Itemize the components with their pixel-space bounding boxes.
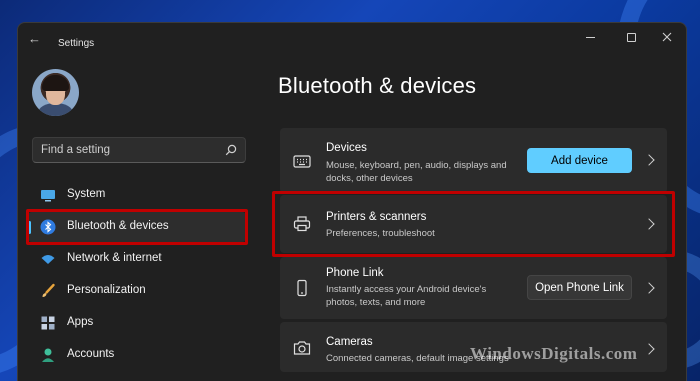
chevron-right-icon bbox=[643, 282, 655, 294]
settings-window: ← Settings Find a setting System Bluetoo… bbox=[17, 22, 687, 381]
search-input[interactable]: Find a setting bbox=[32, 137, 246, 163]
active-indicator bbox=[28, 221, 31, 234]
sidebar-item-accounts[interactable]: Accounts bbox=[28, 340, 246, 370]
sidebar-item-label: Personalization bbox=[67, 284, 146, 296]
page-title: Bluetooth & devices bbox=[278, 73, 477, 98]
camera-icon bbox=[293, 341, 311, 355]
bluetooth-icon bbox=[40, 219, 56, 235]
sidebar-item-system[interactable]: System bbox=[28, 180, 246, 210]
title-bar: ← Settings bbox=[18, 23, 686, 53]
minimize-icon bbox=[585, 36, 595, 38]
card-description: Instantly access your Android device's p… bbox=[326, 284, 487, 308]
back-button[interactable]: ← bbox=[28, 32, 44, 46]
card-title: Devices bbox=[326, 142, 367, 154]
card-title: Phone Link bbox=[326, 267, 384, 279]
open-phone-link-button[interactable]: Open Phone Link bbox=[527, 275, 632, 300]
maximize-button[interactable] bbox=[618, 27, 644, 47]
keyboard-icon bbox=[293, 155, 311, 168]
add-device-button[interactable]: Add device bbox=[527, 148, 632, 173]
sidebar-item-label: Accounts bbox=[67, 348, 115, 360]
close-icon bbox=[662, 32, 672, 42]
avatar-hair bbox=[42, 75, 69, 91]
phone-icon bbox=[297, 279, 307, 297]
sidebar-item-label: Apps bbox=[67, 316, 94, 328]
close-button[interactable] bbox=[654, 27, 680, 47]
minimize-button[interactable] bbox=[577, 27, 603, 47]
devices-card[interactable]: Devices Mouse, keyboard, pen, audio, dis… bbox=[280, 128, 667, 193]
sidebar-item-label: Bluetooth & devices bbox=[67, 220, 169, 232]
sidebar-item-apps[interactable]: Apps bbox=[28, 308, 246, 338]
chevron-right-icon bbox=[643, 343, 655, 355]
sidebar-item-personalization[interactable]: Personalization bbox=[28, 276, 246, 306]
sidebar-item-label: Network & internet bbox=[67, 252, 162, 264]
avatar[interactable] bbox=[32, 69, 79, 116]
brush-icon bbox=[42, 283, 55, 297]
printers-scanners-card[interactable]: Printers & scanners Preferences, trouble… bbox=[280, 195, 667, 253]
maximize-icon bbox=[626, 32, 636, 42]
person-icon bbox=[42, 348, 54, 362]
search-icon bbox=[225, 144, 237, 156]
watermark: WindowsDigitals.com bbox=[470, 344, 638, 363]
monitor-icon bbox=[41, 190, 55, 202]
sidebar-item-bluetooth[interactable]: Bluetooth & devices bbox=[28, 212, 246, 242]
sidebar-item-network[interactable]: Network & internet bbox=[28, 244, 246, 274]
card-title: Printers & scanners bbox=[326, 211, 427, 223]
search-placeholder: Find a setting bbox=[41, 144, 111, 156]
card-title: Cameras bbox=[326, 336, 373, 348]
chevron-right-icon bbox=[643, 154, 655, 166]
apps-icon bbox=[41, 316, 55, 330]
card-description: Mouse, keyboard, pen, audio, displays an… bbox=[326, 160, 507, 184]
app-title: Settings bbox=[58, 38, 95, 49]
sidebar-item-label: System bbox=[67, 188, 106, 200]
phone-link-card[interactable]: Phone Link Instantly access your Android… bbox=[280, 257, 667, 319]
wifi-icon bbox=[41, 255, 55, 264]
chevron-right-icon bbox=[643, 218, 655, 230]
printer-icon bbox=[293, 216, 311, 232]
card-description: Preferences, troubleshoot bbox=[326, 228, 435, 239]
